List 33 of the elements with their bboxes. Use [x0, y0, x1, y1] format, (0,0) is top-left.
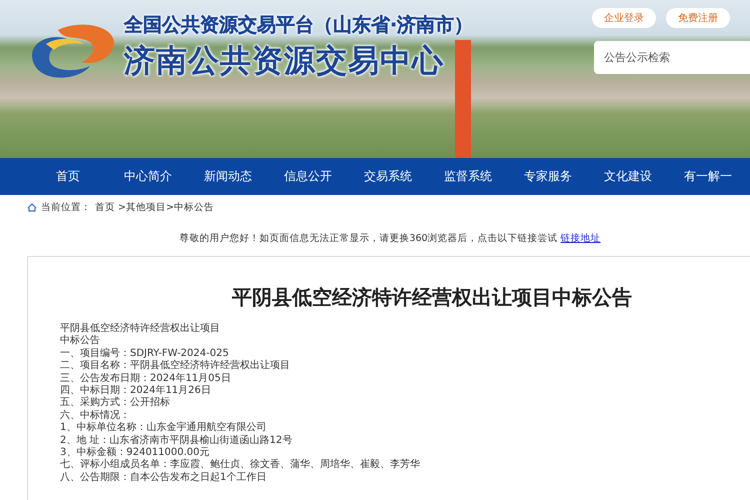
article-line: 四、中标日期：2024年11月26日 — [60, 385, 212, 396]
nav-item[interactable]: 监督系统 — [428, 158, 508, 195]
register-button[interactable]: 免费注册 — [666, 8, 730, 28]
article-line: 八、公告期限：自本公告发布之日起1个工作日 — [60, 472, 268, 484]
article-line: 二、项目名称：平阴县低空经济特许经营权出让项目 — [60, 360, 291, 372]
nav-item[interactable]: 中心简介 — [108, 158, 188, 195]
browser-notice: 尊敬的用户您好！如页面信息无法正常显示，请更换360浏览器后，点击以下链接尝试 链接地址 — [178, 232, 602, 245]
article-line: 中标公告 — [60, 335, 100, 348]
nav-item[interactable]: 文化建设 — [588, 158, 668, 195]
search-field[interactable]: 公告公示检索 — [594, 41, 750, 74]
site-title: 济南公共资源交易中心 — [124, 42, 445, 81]
article-line: 六、中标情况： — [60, 410, 131, 422]
login-button[interactable]: 企业登录 — [592, 8, 656, 28]
article-line: 1、中标单位名称：山东金宇通用航空有限公司 — [60, 422, 268, 434]
nav-item[interactable]: 有一解一 — [668, 158, 748, 195]
nav-item[interactable]: 交易系统 — [348, 158, 428, 195]
platform-subtitle: 全国公共资源交易平台（山东省·济南市） — [124, 13, 474, 38]
article-line: 平阴县低空经济特许经营权出让项目 — [60, 323, 221, 334]
breadcrumb-path[interactable]: 首页 >其他项目>中标公告 — [95, 201, 214, 214]
article-line: 三、公告发布日期：2024年11月05日 — [60, 372, 232, 384]
article-line: 五、采购方式：公开招标 — [60, 397, 171, 410]
article-line: 七、评标小组成员名单：李应霞、鲍仕贞、徐文香、蒲华、周培华、崔毅、李芳华 — [60, 459, 421, 472]
article-line: 一、项目编号：SDJRY-FW-2024-025 — [60, 348, 230, 360]
nav-item[interactable]: 新闻动态 — [188, 158, 268, 195]
breadcrumb-label: 当前位置： — [41, 201, 91, 214]
nav-item[interactable]: 信息公开 — [268, 158, 348, 195]
article-line: 2、地 址：山东省济南市平阴县榆山街道函山路12号 — [60, 434, 294, 446]
article-title: 平阴县低空经济特许经营权出让项目中标公告 — [231, 285, 633, 309]
link[interactable]: 链接地址 — [560, 233, 601, 244]
home-icon — [27, 203, 37, 212]
article-line: 3、中标金额：924011000.00元 — [60, 447, 211, 458]
nav-item[interactable]: 首页 — [28, 158, 108, 195]
nav-item[interactable]: 专家服务 — [508, 158, 588, 195]
